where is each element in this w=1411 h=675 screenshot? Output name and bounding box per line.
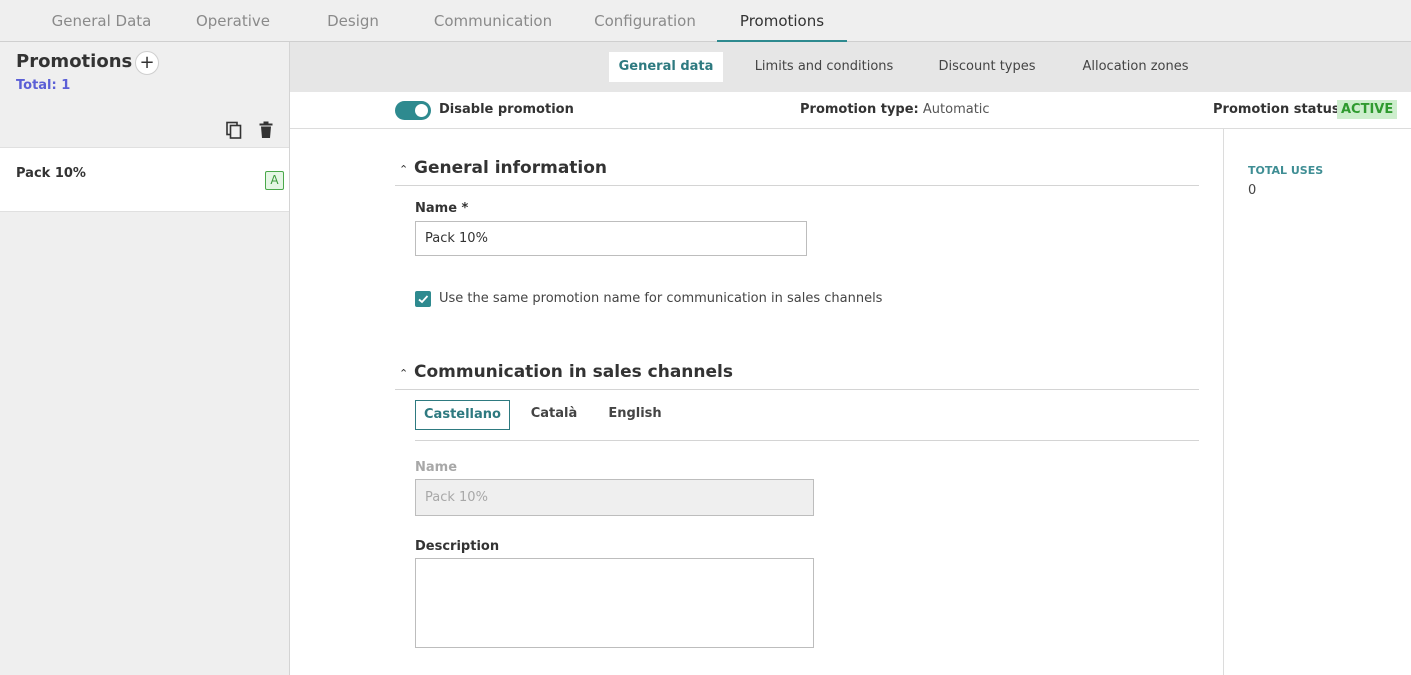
top-navigation: General Data Operative Design Communicat…: [0, 0, 1411, 43]
promotion-status-badge: ACTIVE: [1337, 100, 1398, 119]
section-title: Communication in sales channels: [414, 362, 733, 382]
total-uses-label: TOTAL USES: [1248, 164, 1324, 177]
tab-general-data[interactable]: General Data: [40, 0, 163, 42]
promotion-status-bar: Disable promotion Promotion type: Automa…: [290, 92, 1411, 129]
description-label: Description: [415, 539, 500, 554]
description-field[interactable]: [415, 558, 814, 648]
promotion-form: ⌃ General information Name * Use the sam…: [290, 129, 1223, 675]
promotion-item-name: Pack 10%: [16, 166, 86, 181]
promotion-status-badge: A: [265, 171, 284, 190]
promotions-sidebar: Promotions + Total: 1 Pack 10% A: [0, 42, 290, 675]
tab-promotions[interactable]: Promotions: [717, 0, 847, 43]
general-information-header[interactable]: ⌃ General information: [395, 156, 1199, 186]
tab-catala[interactable]: Català: [522, 400, 586, 430]
tab-operative[interactable]: Operative: [187, 0, 279, 42]
communication-header[interactable]: ⌃ Communication in sales channels: [395, 360, 1199, 390]
chevron-up-icon: ⌃: [399, 367, 409, 380]
add-promotion-button[interactable]: +: [135, 51, 159, 75]
total-uses-value: 0: [1248, 183, 1257, 198]
tab-design[interactable]: Design: [312, 0, 394, 42]
tab-castellano[interactable]: Castellano: [415, 400, 510, 430]
name-label: Name *: [415, 201, 469, 216]
subtab-discount-types[interactable]: Discount types: [926, 52, 1048, 82]
channel-name-field: [415, 479, 814, 516]
subtab-limits-and-conditions[interactable]: Limits and conditions: [745, 52, 903, 82]
chevron-up-icon: ⌃: [399, 163, 409, 176]
plus-icon: +: [139, 52, 155, 73]
promotions-total: Total: 1: [16, 78, 71, 93]
disable-promotion-label: Disable promotion: [439, 102, 574, 117]
disable-promotion-toggle[interactable]: [395, 101, 431, 120]
promotion-list-item[interactable]: Pack 10% A: [0, 147, 289, 212]
channel-name-label: Name: [415, 460, 458, 475]
language-tabs: Castellano Català English: [415, 400, 1199, 441]
subtab-allocation-zones[interactable]: Allocation zones: [1070, 52, 1201, 82]
sidebar-title: Promotions: [16, 51, 133, 72]
name-field[interactable]: [415, 221, 807, 256]
same-name-checkbox-label: Use the same promotion name for communic…: [439, 291, 883, 306]
promotion-type: Promotion type: Automatic: [800, 102, 990, 117]
subtab-general-data[interactable]: General data: [609, 52, 723, 82]
tab-communication[interactable]: Communication: [424, 0, 562, 42]
same-name-checkbox[interactable]: [415, 291, 431, 307]
promotion-sub-tabs: General data Limits and conditions Disco…: [290, 42, 1411, 92]
promotion-stats: TOTAL USES 0: [1223, 129, 1411, 675]
promotion-status-label: Promotion status:: [1213, 102, 1345, 117]
copy-icon[interactable]: [225, 121, 243, 139]
tab-english[interactable]: English: [601, 400, 669, 430]
trash-icon[interactable]: [258, 121, 274, 139]
tab-configuration[interactable]: Configuration: [584, 0, 706, 42]
section-title: General information: [414, 158, 608, 178]
